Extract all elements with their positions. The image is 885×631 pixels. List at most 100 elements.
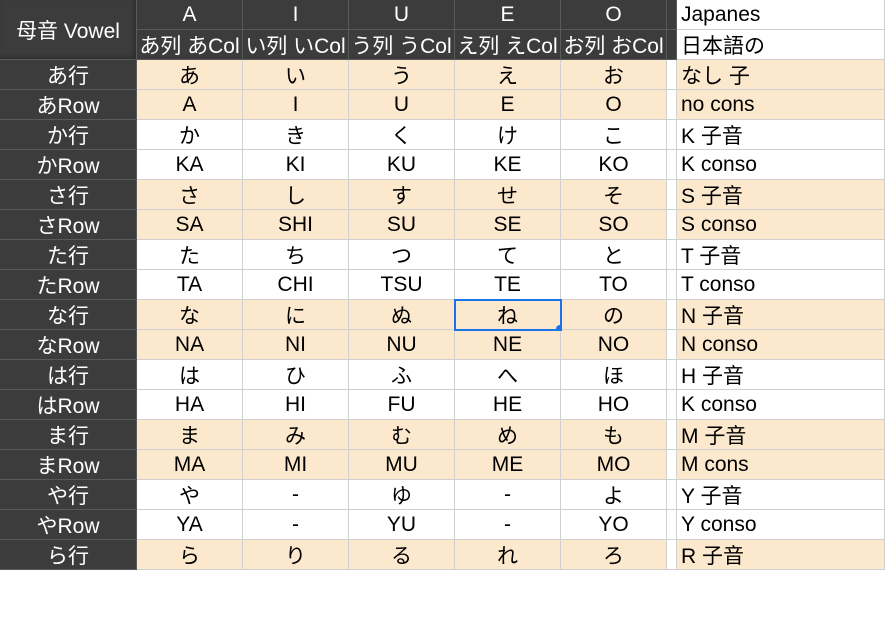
table-cell[interactable]: HO xyxy=(561,390,667,420)
row-header[interactable]: たRow xyxy=(0,270,137,300)
table-cell[interactable]: O xyxy=(561,90,667,120)
note-cell[interactable]: S 子音 xyxy=(677,180,885,210)
row-header[interactable]: な行 xyxy=(0,300,137,330)
row-header[interactable]: さ行 xyxy=(0,180,137,210)
table-cell[interactable]: HI xyxy=(243,390,349,420)
col-header-i[interactable]: I xyxy=(243,0,349,30)
row-header[interactable]: は行 xyxy=(0,360,137,390)
table-cell[interactable]: HE xyxy=(455,390,561,420)
table-cell[interactable]: か xyxy=(137,120,243,150)
table-cell[interactable]: お xyxy=(561,60,667,90)
table-cell[interactable]: ゆ xyxy=(349,480,455,510)
table-cell[interactable]: SE xyxy=(455,210,561,240)
row-header[interactable]: まRow xyxy=(0,450,137,480)
table-cell[interactable]: TSU xyxy=(349,270,455,300)
table-cell[interactable]: KU xyxy=(349,150,455,180)
note-header-1[interactable]: Japanes xyxy=(677,0,885,30)
table-cell[interactable]: ち xyxy=(243,240,349,270)
table-cell[interactable]: SO xyxy=(561,210,667,240)
row-header[interactable]: や行 xyxy=(0,480,137,510)
table-cell[interactable]: て xyxy=(455,240,561,270)
table-cell[interactable]: CHI xyxy=(243,270,349,300)
col-subheader-o[interactable]: お列 おCol xyxy=(561,30,667,60)
table-cell[interactable]: MI xyxy=(243,450,349,480)
table-cell[interactable]: TE xyxy=(455,270,561,300)
table-cell[interactable]: U xyxy=(349,90,455,120)
table-cell[interactable]: KO xyxy=(561,150,667,180)
row-header[interactable]: なRow xyxy=(0,330,137,360)
table-cell[interactable]: TO xyxy=(561,270,667,300)
col-subheader-u[interactable]: う列 うCol xyxy=(349,30,455,60)
table-cell[interactable]: こ xyxy=(561,120,667,150)
table-cell[interactable]: NU xyxy=(349,330,455,360)
table-cell[interactable]: MU xyxy=(349,450,455,480)
table-cell[interactable]: YU xyxy=(349,510,455,540)
table-cell[interactable]: ME xyxy=(455,450,561,480)
table-cell[interactable]: NA xyxy=(137,330,243,360)
table-cell[interactable]: も xyxy=(561,420,667,450)
table-cell[interactable]: は xyxy=(137,360,243,390)
note-cell[interactable]: Y conso xyxy=(677,510,885,540)
note-cell[interactable]: H 子音 xyxy=(677,360,885,390)
table-cell[interactable]: I xyxy=(243,90,349,120)
note-cell[interactable]: N 子音 xyxy=(677,300,885,330)
table-cell[interactable]: あ xyxy=(137,60,243,90)
table-cell[interactable]: む xyxy=(349,420,455,450)
row-header[interactable]: かRow xyxy=(0,150,137,180)
col-subheader-i[interactable]: い列 いCol xyxy=(243,30,349,60)
table-cell[interactable]: り xyxy=(243,540,349,570)
table-cell[interactable]: - xyxy=(243,480,349,510)
table-cell[interactable]: め xyxy=(455,420,561,450)
table-cell[interactable]: し xyxy=(243,180,349,210)
table-cell[interactable]: け xyxy=(455,120,561,150)
col-header-a[interactable]: A xyxy=(137,0,243,30)
note-cell[interactable]: T conso xyxy=(677,270,885,300)
row-header[interactable]: あ行 xyxy=(0,60,137,90)
table-cell[interactable]: へ xyxy=(455,360,561,390)
table-cell[interactable]: る xyxy=(349,540,455,570)
table-cell[interactable]: つ xyxy=(349,240,455,270)
table-cell[interactable]: き xyxy=(243,120,349,150)
note-cell[interactable]: K conso xyxy=(677,150,885,180)
table-cell[interactable]: た xyxy=(137,240,243,270)
row-header[interactable]: か行 xyxy=(0,120,137,150)
table-cell[interactable]: NE xyxy=(455,330,561,360)
row-header[interactable]: はRow xyxy=(0,390,137,420)
table-cell[interactable]: ね xyxy=(455,300,561,330)
table-cell[interactable]: E xyxy=(455,90,561,120)
table-cell[interactable]: HA xyxy=(137,390,243,420)
note-cell[interactable]: M cons xyxy=(677,450,885,480)
table-cell[interactable]: MO xyxy=(561,450,667,480)
note-cell[interactable]: なし 子 xyxy=(677,60,885,90)
table-cell[interactable]: KI xyxy=(243,150,349,180)
table-cell[interactable]: ろ xyxy=(561,540,667,570)
table-cell[interactable]: KA xyxy=(137,150,243,180)
table-cell[interactable]: な xyxy=(137,300,243,330)
row-header[interactable]: やRow xyxy=(0,510,137,540)
table-cell[interactable]: SHI xyxy=(243,210,349,240)
table-cell[interactable]: ふ xyxy=(349,360,455,390)
table-cell[interactable]: え xyxy=(455,60,561,90)
table-cell[interactable]: MA xyxy=(137,450,243,480)
note-cell[interactable]: Y 子音 xyxy=(677,480,885,510)
col-header-e[interactable]: E xyxy=(455,0,561,30)
table-cell[interactable]: う xyxy=(349,60,455,90)
col-subheader-a[interactable]: あ列 あCol xyxy=(137,30,243,60)
table-cell[interactable]: SA xyxy=(137,210,243,240)
table-cell[interactable]: ひ xyxy=(243,360,349,390)
table-cell[interactable]: TA xyxy=(137,270,243,300)
note-header-2[interactable]: 日本語の xyxy=(677,30,885,60)
table-cell[interactable]: ま xyxy=(137,420,243,450)
table-cell[interactable]: - xyxy=(243,510,349,540)
note-cell[interactable]: S conso xyxy=(677,210,885,240)
table-cell[interactable]: - xyxy=(455,510,561,540)
table-cell[interactable]: く xyxy=(349,120,455,150)
table-cell[interactable]: ら xyxy=(137,540,243,570)
table-cell[interactable]: ほ xyxy=(561,360,667,390)
table-cell[interactable]: NI xyxy=(243,330,349,360)
table-cell[interactable]: さ xyxy=(137,180,243,210)
table-cell[interactable]: YO xyxy=(561,510,667,540)
note-cell[interactable]: M 子音 xyxy=(677,420,885,450)
table-cell[interactable]: せ xyxy=(455,180,561,210)
row-header[interactable]: た行 xyxy=(0,240,137,270)
